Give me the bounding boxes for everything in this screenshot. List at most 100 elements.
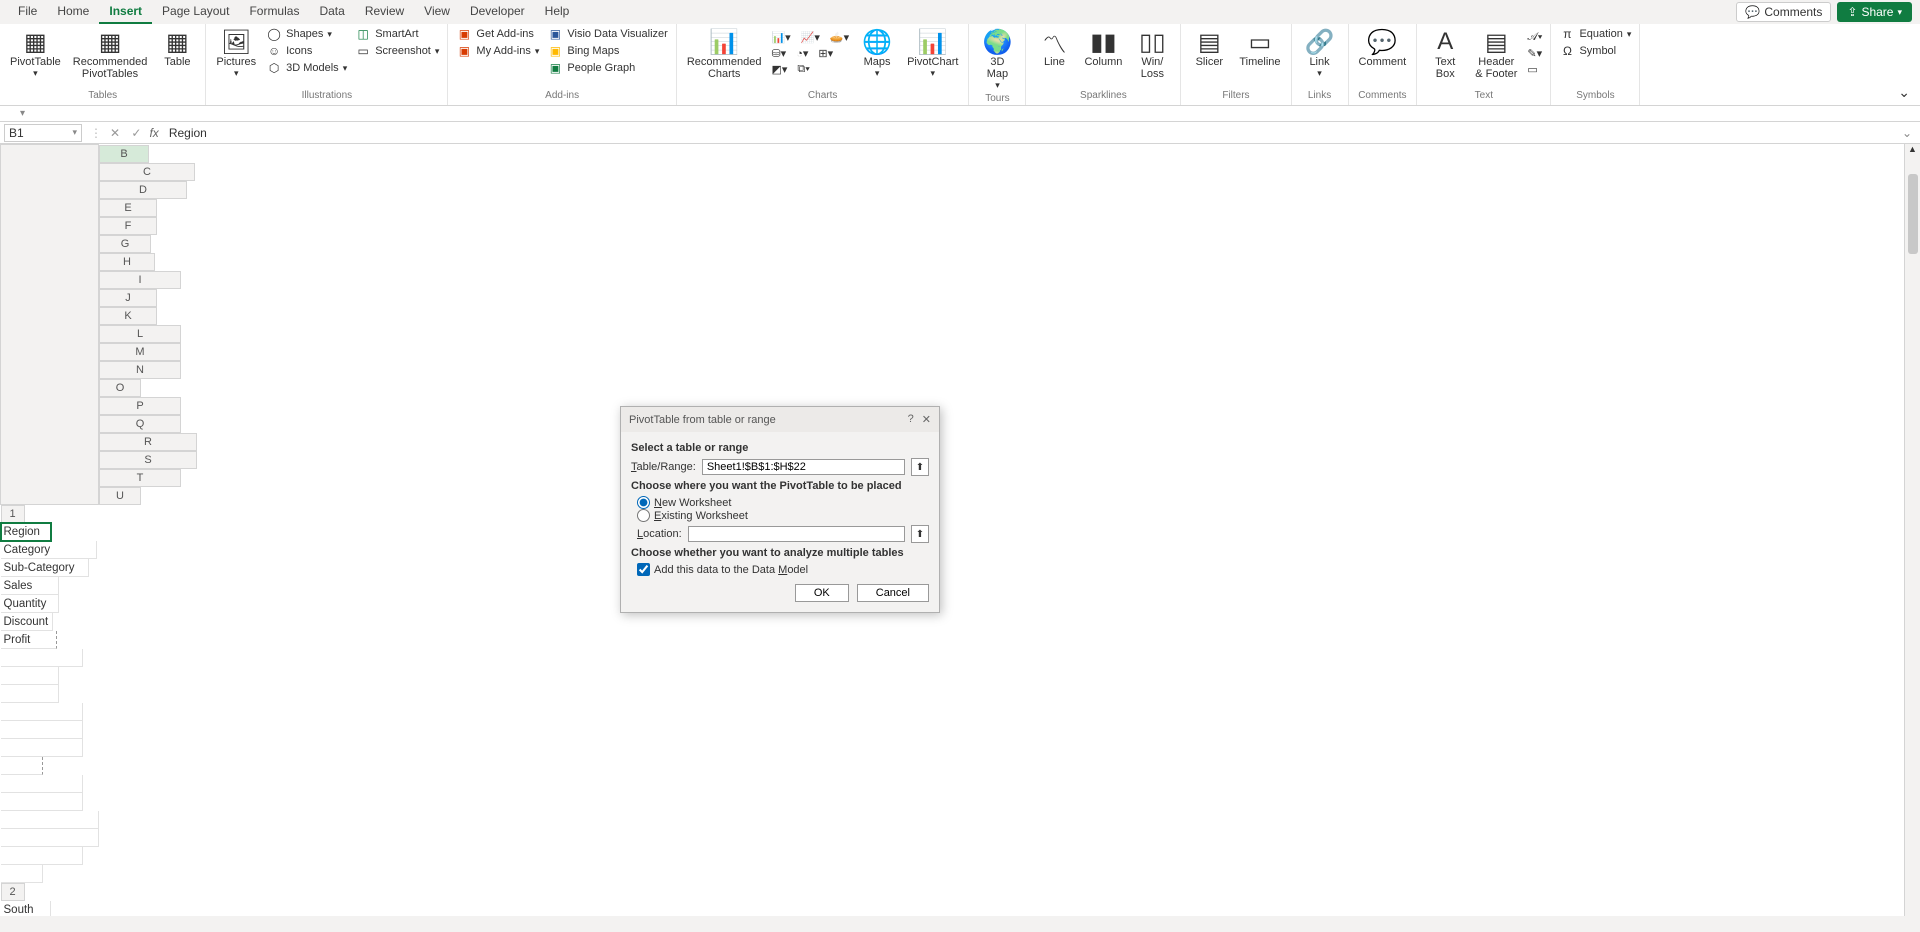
col-header-M[interactable]: M <box>99 343 181 361</box>
my-addins-button[interactable]: ▣My Add-ins▾ <box>454 43 541 59</box>
cell-S1[interactable] <box>1 829 99 847</box>
bing-button[interactable]: ▣Bing Maps <box>545 43 669 59</box>
name-box[interactable]: B1▾ <box>4 124 82 142</box>
collapse-ribbon-button[interactable]: ⌄ <box>1888 80 1920 105</box>
tab-page-layout[interactable]: Page Layout <box>152 0 239 24</box>
cell-O1[interactable] <box>1 757 43 775</box>
pivottable-button[interactable]: ▦PivotTable▾ <box>6 26 65 81</box>
col-header-T[interactable]: T <box>99 469 181 487</box>
recommended-pivottables-button[interactable]: ▦Recommended PivotTables <box>69 26 152 82</box>
chart-type-6[interactable]: ⊞▾ <box>816 46 835 61</box>
cell-B1[interactable]: Region <box>1 523 51 541</box>
col-header-P[interactable]: P <box>99 397 181 415</box>
get-addins-button[interactable]: ▣Get Add-ins <box>454 26 541 42</box>
3d-models-button[interactable]: ⬡3D Models▾ <box>264 60 349 76</box>
wordart-button[interactable]: 𝒜▾ <box>1525 30 1544 45</box>
cancel-button[interactable]: Cancel <box>857 584 929 602</box>
timeline-button[interactable]: ▭Timeline <box>1235 26 1284 70</box>
table-button[interactable]: ▦Table <box>155 26 199 70</box>
3dmap-button[interactable]: 🌍3D Map▾ <box>975 26 1019 93</box>
comment-button[interactable]: 💬Comment <box>1355 26 1411 70</box>
tab-file[interactable]: File <box>8 0 47 24</box>
col-header-R[interactable]: R <box>99 433 197 451</box>
cell-B2[interactable]: South <box>1 901 51 916</box>
slicer-button[interactable]: ▤Slicer <box>1187 26 1231 70</box>
cell-U1[interactable] <box>1 865 43 883</box>
cell-K1[interactable] <box>1 685 59 703</box>
col-header-H[interactable]: H <box>99 253 155 271</box>
chart-type-2[interactable]: 📈▾ <box>799 30 822 45</box>
cell-I1[interactable] <box>1 649 83 667</box>
col-header-J[interactable]: J <box>99 289 157 307</box>
tab-developer[interactable]: Developer <box>460 0 535 24</box>
fx-label[interactable]: fx <box>145 126 162 140</box>
cell-N1[interactable] <box>1 739 83 757</box>
chart-type-1[interactable]: 📊▾ <box>769 30 792 45</box>
row-header-1[interactable]: 1 <box>1 505 25 523</box>
ok-button[interactable]: OK <box>795 584 849 602</box>
col-header-G[interactable]: G <box>99 235 151 253</box>
equation-button[interactable]: πEquation▾ <box>1557 26 1633 42</box>
range-picker-icon[interactable]: ⬆ <box>911 458 929 476</box>
col-header-S[interactable]: S <box>99 451 197 469</box>
header-footer-button[interactable]: ▤Header & Footer <box>1471 26 1521 82</box>
cell-J1[interactable] <box>1 667 59 685</box>
pivotchart-button[interactable]: 📊PivotChart▾ <box>903 26 962 81</box>
maps-button[interactable]: 🌐Maps▾ <box>855 26 899 81</box>
data-model-checkbox[interactable] <box>637 563 650 576</box>
tab-data[interactable]: Data <box>309 0 354 24</box>
scroll-up-icon[interactable]: ▲ <box>1905 144 1920 154</box>
expand-formula-icon[interactable]: ⌄ <box>1894 126 1920 140</box>
spark-wl-button[interactable]: ▯▯Win/ Loss <box>1130 26 1174 82</box>
new-worksheet-radio[interactable] <box>637 496 650 509</box>
chart-type-3[interactable]: 🥧▾ <box>828 30 851 45</box>
cell-R1[interactable] <box>1 811 99 829</box>
col-header-B[interactable]: B <box>99 145 149 163</box>
cancel-formula-icon[interactable]: ✕ <box>106 126 124 140</box>
col-header-Q[interactable]: Q <box>99 415 181 433</box>
icons-button[interactable]: ☺Icons <box>264 43 349 59</box>
link-button[interactable]: 🔗Link▾ <box>1298 26 1342 81</box>
chart-type-7[interactable]: ◩▾ <box>769 62 789 77</box>
row-header-2[interactable]: 2 <box>1 883 25 901</box>
tab-review[interactable]: Review <box>355 0 414 24</box>
cell-G1[interactable]: Discount <box>1 613 53 631</box>
cell-L1[interactable] <box>1 703 83 721</box>
enter-formula-icon[interactable]: ✓ <box>127 126 145 140</box>
cell-P1[interactable] <box>1 775 83 793</box>
help-icon[interactable]: ? <box>908 413 914 426</box>
col-header-K[interactable]: K <box>99 307 157 325</box>
textbox-button[interactable]: AText Box <box>1423 26 1467 82</box>
col-header-D[interactable]: D <box>99 181 187 199</box>
symbol-button[interactable]: ΩSymbol <box>1557 43 1633 59</box>
tab-insert[interactable]: Insert <box>99 0 152 24</box>
spark-col-button[interactable]: ▮▮Column <box>1080 26 1126 70</box>
share-button[interactable]: ⇪Share▾ <box>1837 2 1912 22</box>
location-picker-icon[interactable]: ⬆ <box>911 525 929 543</box>
vertical-scrollbar[interactable]: ▲ <box>1904 144 1920 916</box>
close-icon[interactable]: ✕ <box>922 413 931 426</box>
location-input[interactable] <box>688 526 905 542</box>
chart-type-4[interactable]: ⛁▾ <box>769 46 788 61</box>
customize-qat-icon[interactable]: ▾ <box>20 108 25 119</box>
signature-button[interactable]: ✎▾ <box>1525 46 1544 61</box>
cell-Q1[interactable] <box>1 793 83 811</box>
cell-E1[interactable]: Sales <box>1 577 59 595</box>
pictures-button[interactable]: 🖼Pictures▾ <box>212 26 260 81</box>
col-header-U[interactable]: U <box>99 487 141 505</box>
col-header-N[interactable]: N <box>99 361 181 379</box>
chart-type-5[interactable]: ◔▾ <box>794 46 810 61</box>
existing-worksheet-radio[interactable] <box>637 509 650 522</box>
rec-charts-button[interactable]: 📊Recommended Charts <box>683 26 766 82</box>
scroll-thumb[interactable] <box>1908 174 1918 254</box>
tab-formulas[interactable]: Formulas <box>239 0 309 24</box>
chevron-down-icon[interactable]: ▾ <box>72 127 77 138</box>
col-header-C[interactable]: C <box>99 163 195 181</box>
table-range-input[interactable] <box>702 459 905 475</box>
cell-H1[interactable]: Profit <box>1 631 57 649</box>
screenshot-button[interactable]: ▭Screenshot▾ <box>353 43 441 59</box>
select-all-corner[interactable] <box>1 145 99 505</box>
tab-home[interactable]: Home <box>47 0 99 24</box>
people-graph-button[interactable]: ▣People Graph <box>545 60 669 76</box>
col-header-I[interactable]: I <box>99 271 181 289</box>
